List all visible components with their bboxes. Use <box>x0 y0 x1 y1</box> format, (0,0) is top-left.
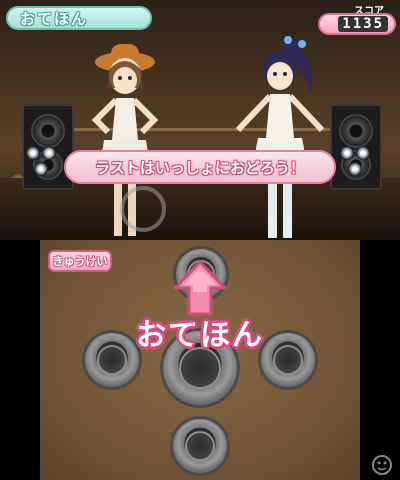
stage-lamps-left <box>26 146 60 180</box>
lamp-icon <box>340 146 354 160</box>
site-logo-icon <box>372 455 392 475</box>
dancer-right <box>235 36 325 238</box>
speaker-cone <box>339 114 373 148</box>
dialog-text: ラストはいっしょにおどろう！ <box>95 158 305 177</box>
game-screen: おてほん スコア 1135 ラストはいっしょにおどろう！ きゅうけい おてほん <box>0 0 400 480</box>
score-display: 1135 <box>318 13 396 35</box>
pad-center <box>184 430 216 462</box>
lamp-icon <box>348 162 362 176</box>
score-value: 1135 <box>338 16 388 32</box>
lamp-icon <box>42 146 56 160</box>
up-arrow-icon <box>173 260 227 316</box>
lamp-icon <box>26 146 40 160</box>
rest-button[interactable]: きゅうけい <box>48 250 112 272</box>
dialog-bubble: ラストはいっしょにおどろう！ <box>64 150 336 184</box>
touch-control-screen: きゅうけい おてほん <box>40 240 360 480</box>
mode-title-badge: おてほん <box>6 6 152 30</box>
mode-title: おてほん <box>20 9 89 28</box>
rest-button-label: きゅうけい <box>52 255 108 268</box>
lamp-icon <box>34 162 48 176</box>
dance-pad-down[interactable] <box>170 416 230 476</box>
move-name-label: おてほん <box>136 318 264 353</box>
stage-lamps-right <box>340 146 374 180</box>
timing-ring-indicator <box>120 186 166 232</box>
dance-stage-screen: おてほん スコア 1135 ラストはいっしょにおどろう！ <box>0 0 400 240</box>
speaker-cone <box>31 114 65 148</box>
lamp-icon <box>356 146 370 160</box>
